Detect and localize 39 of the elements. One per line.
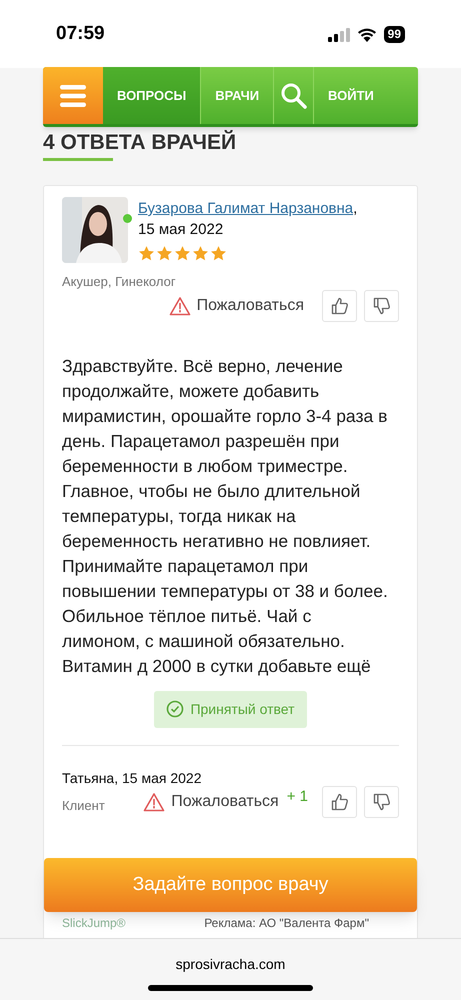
star-icon [192,245,209,262]
wifi-icon [356,28,377,42]
doctor-specialty: Акушер, Гинеколог [62,273,177,291]
warning-icon [168,296,191,316]
signal-icon [328,28,350,42]
answer-text: Здравствуйте. Всё верно, лечение продолжайте, можете добавить мирамистин, орошайте горло 3-4 раза в день. Парацетамол разрешён при беременности в любом триместре. Главное, чтобы не было длительной температуры, тогда никак на беременность негативно не повлияет. Принимайте парацетамол при повышении температуры от 38 и более. Обильное тёплое питьё. Чай с лимоном, с машиной обязательно. Витамин д 2000 в сутки добавьте ещё [62,354,389,678]
comma-text: , [353,200,358,217]
ad-source: SlickJump® [62,914,126,932]
menu-icon [60,84,86,106]
dislike-button[interactable] [364,290,399,322]
thumbs-down-icon [372,792,392,812]
url-text[interactable]: sprosivracha.com [176,954,286,975]
like-button[interactable] [322,786,357,818]
star-icon [210,245,227,262]
nav-tab[interactable]: ВОПРОСЫ [103,67,200,124]
complain-button[interactable]: Пожаловаться [168,294,304,318]
ad-label: Реклама: АО "Валента Фарм" [204,914,369,932]
star-icon [156,245,173,262]
status-time: 07:59 [56,22,105,46]
menu-button[interactable] [43,67,103,124]
answer-date: 15 мая 2022 [138,220,224,240]
section-heading: 4 ОТВЕТА ВРАЧЕЙ [43,129,238,156]
doctor-name-link[interactable]: Бузарова Галимат Нарзановна [138,200,354,217]
battery-indicator: 99 [384,26,405,43]
thumbs-up-icon [330,296,350,316]
star-icon [138,245,155,262]
search-icon [280,82,308,110]
vote-count: + 1 [286,787,308,808]
thumbs-down-icon [372,296,392,316]
like-button[interactable] [322,290,357,322]
dislike-button[interactable] [364,786,399,818]
reply-author: Татьяна, 15 мая 2022 [62,768,202,788]
accepted-answer-badge: Принятый ответ [154,690,307,728]
thumbs-up-icon [330,792,350,812]
reply-role: Клиент [62,796,105,815]
warning-icon [143,792,166,812]
check-circle-icon [166,700,184,718]
complain-button[interactable]: Пожаловаться [143,790,279,814]
star-icon [174,245,191,262]
